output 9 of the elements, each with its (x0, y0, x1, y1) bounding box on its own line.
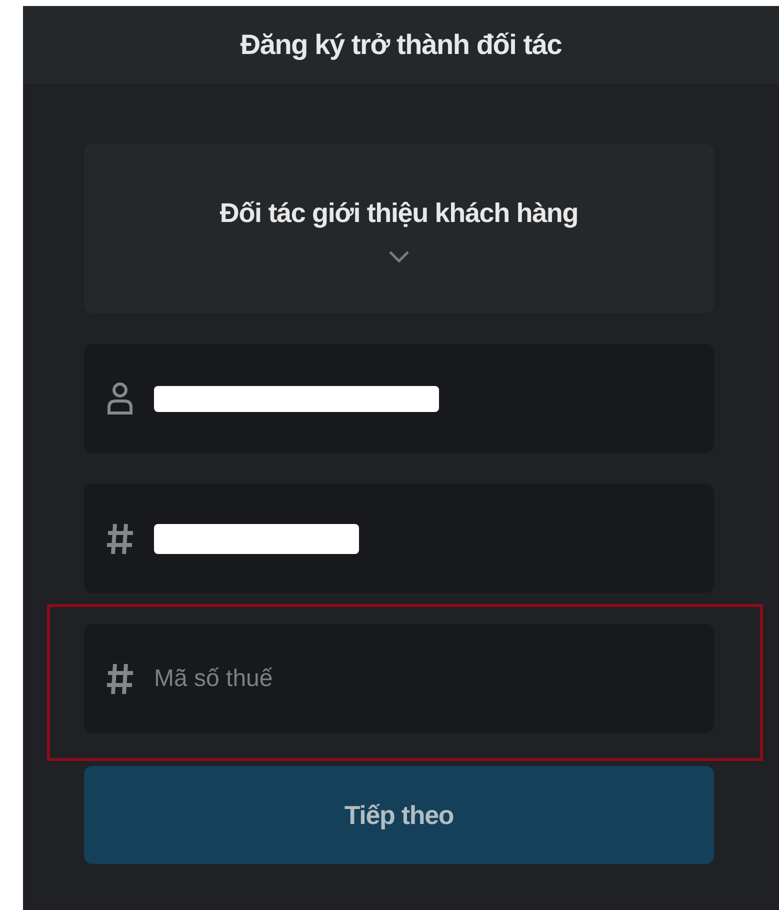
next-button[interactable]: Tiếp theo (84, 766, 714, 864)
input-field[interactable]: Mã số thuế (84, 624, 714, 733)
input-field[interactable] (84, 344, 714, 453)
input-field[interactable] (84, 484, 714, 593)
person-icon (106, 380, 134, 416)
partner-type-dropdown[interactable]: Đối tác giới thiệu khách hàng (84, 144, 714, 313)
placeholder-text: Mã số thuế (154, 664, 273, 694)
chevron-down-icon (388, 250, 410, 264)
page-title: Đăng ký trở thành đối tác (240, 28, 562, 62)
